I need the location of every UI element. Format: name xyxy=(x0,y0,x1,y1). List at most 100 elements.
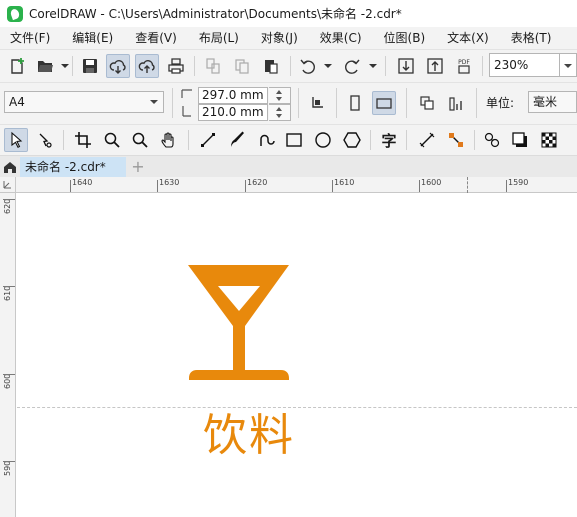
toolbar-separator xyxy=(476,88,477,118)
toolbar-separator xyxy=(63,130,64,150)
bleed-icon[interactable] xyxy=(305,91,329,115)
export-icon[interactable] xyxy=(423,54,447,78)
connector-tool-icon[interactable] xyxy=(444,128,468,152)
ruler-origin[interactable] xyxy=(0,177,16,193)
svg-text:PDF: PDF xyxy=(458,59,470,66)
rectangle-tool-icon[interactable] xyxy=(282,128,306,152)
current-page-icon[interactable] xyxy=(444,91,468,115)
ruler-label: 1610 xyxy=(334,178,355,187)
ruler-label: 1640 xyxy=(72,178,93,187)
zoom-dropdown-button[interactable] xyxy=(560,53,577,77)
ruler-tick xyxy=(245,180,246,192)
save-icon[interactable] xyxy=(78,54,102,78)
cloud-import-icon[interactable] xyxy=(106,54,130,78)
zoom-out-tool-icon[interactable] xyxy=(128,128,152,152)
menu-table[interactable]: 表格(T) xyxy=(500,28,563,48)
ruler-tick xyxy=(3,374,15,375)
zoom-tool-icon[interactable] xyxy=(100,128,124,152)
pdf-icon[interactable]: PDF xyxy=(452,54,476,78)
interactive-blend-icon[interactable] xyxy=(480,128,504,152)
menu-edit[interactable]: 编辑(E) xyxy=(61,28,124,48)
ruler-tick xyxy=(419,180,420,192)
toolbar-separator xyxy=(72,56,73,76)
cut-icon[interactable] xyxy=(201,54,225,78)
home-icon[interactable] xyxy=(0,156,20,177)
redo-icon[interactable] xyxy=(340,54,364,78)
pick-tool-icon[interactable] xyxy=(4,128,28,152)
title-bar: CorelDRAW - C:\Users\Administrator\Docum… xyxy=(0,0,577,27)
transparency-icon[interactable] xyxy=(537,128,561,152)
cocktail-glass-icon[interactable] xyxy=(185,262,293,386)
vertical-ruler[interactable]: 620 610 600 590 xyxy=(0,193,16,517)
paste-icon[interactable] xyxy=(259,54,283,78)
ruler-label: 1590 xyxy=(508,178,529,187)
ruler-tick xyxy=(157,180,158,192)
page-width-stepper[interactable] xyxy=(269,87,291,104)
menu-bar: 文件(F) 编辑(E) 查看(V) 布局(L) 对象(J) 效果(C) 位图(B… xyxy=(0,27,577,49)
menu-view[interactable]: 查看(V) xyxy=(124,28,188,48)
ruler-label: 610 xyxy=(3,285,12,301)
artistic-media-icon[interactable] xyxy=(225,128,249,152)
toolbar-separator xyxy=(406,88,407,118)
undo-dropdown-caret[interactable] xyxy=(324,64,332,68)
zoom-level-input[interactable]: 230% xyxy=(489,53,560,77)
text-tool-icon[interactable]: 字 xyxy=(377,128,401,152)
open-folder-icon[interactable] xyxy=(33,54,57,78)
portrait-icon[interactable] xyxy=(343,91,367,115)
menu-file[interactable]: 文件(F) xyxy=(0,28,61,48)
menu-object[interactable]: 对象(J) xyxy=(250,28,309,48)
pen-tool-icon[interactable] xyxy=(254,128,278,152)
menu-layout[interactable]: 布局(L) xyxy=(188,28,250,48)
undo-icon[interactable] xyxy=(296,54,320,78)
cloud-export-icon[interactable] xyxy=(135,54,159,78)
page-height-input[interactable]: 210.0 mm xyxy=(198,104,268,121)
shape-tool-icon[interactable] xyxy=(33,128,57,152)
guideline[interactable] xyxy=(17,407,577,408)
ruler-label: 1620 xyxy=(247,178,268,187)
parallel-dimension-icon[interactable] xyxy=(415,128,439,152)
units-select[interactable]: 毫米 xyxy=(528,91,577,113)
menu-effects[interactable]: 效果(C) xyxy=(309,28,373,48)
toolbar-separator xyxy=(290,56,291,76)
ruler-label: 590 xyxy=(3,460,12,476)
page-size-select[interactable]: A4 xyxy=(4,91,164,113)
ellipse-tool-icon[interactable] xyxy=(311,128,335,152)
all-pages-icon[interactable] xyxy=(415,91,439,115)
new-document-icon[interactable] xyxy=(5,54,29,78)
redo-dropdown-caret[interactable] xyxy=(369,64,377,68)
pan-tool-icon[interactable] xyxy=(157,128,181,152)
ruler-tick xyxy=(3,199,15,200)
ruler-tick xyxy=(3,461,15,462)
horizontal-ruler[interactable]: 1640 1630 1620 1610 1600 1590 xyxy=(16,177,577,193)
polygon-tool-icon[interactable] xyxy=(340,128,364,152)
freehand-tool-icon[interactable] xyxy=(196,128,220,152)
ruler-tick xyxy=(506,180,507,192)
page-height-stepper[interactable] xyxy=(269,104,291,121)
drink-label-text[interactable]: 饮料 xyxy=(203,399,295,463)
import-icon[interactable] xyxy=(394,54,418,78)
cursor-position-marker xyxy=(467,177,468,193)
menu-text[interactable]: 文本(X) xyxy=(436,28,500,48)
open-dropdown-caret[interactable] xyxy=(61,64,69,68)
add-document-tab[interactable]: + xyxy=(127,157,149,177)
toolbar-separator xyxy=(172,88,173,118)
ruler-label: 600 xyxy=(3,373,12,389)
menu-bitmaps[interactable]: 位图(B) xyxy=(373,28,437,48)
page-width-input[interactable]: 297.0 mm xyxy=(198,87,268,104)
app-logo-icon xyxy=(7,5,23,22)
drawing-canvas[interactable] xyxy=(17,194,577,517)
landscape-icon[interactable] xyxy=(372,91,396,115)
crop-tool-icon[interactable] xyxy=(71,128,95,152)
toolbar-separator xyxy=(194,56,195,76)
toolbar-separator xyxy=(336,88,337,118)
toolbar-separator xyxy=(474,130,475,150)
ruler-label: 620 xyxy=(3,198,12,214)
toolbar-separator xyxy=(370,130,371,150)
drop-shadow-icon[interactable] xyxy=(508,128,532,152)
print-icon[interactable] xyxy=(164,54,188,78)
toolbar-separator xyxy=(406,130,407,150)
tab-document[interactable]: 未命名 -2.cdr* xyxy=(20,157,126,177)
copy-icon[interactable] xyxy=(230,54,254,78)
toolbar-separator xyxy=(298,88,299,118)
ruler-label: 1630 xyxy=(159,178,180,187)
